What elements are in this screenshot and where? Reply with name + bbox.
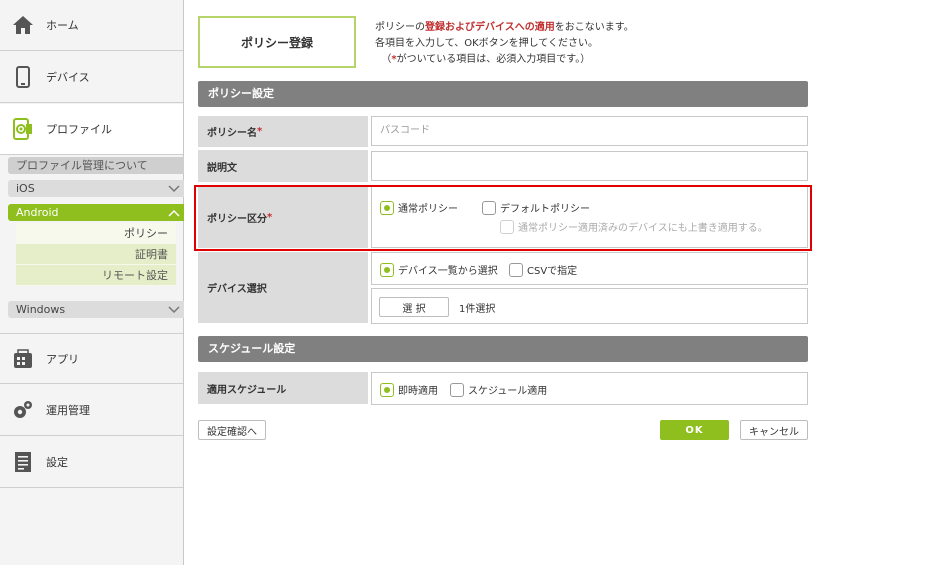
accordion-android[interactable]: Android: [8, 204, 184, 221]
smartphone-icon: [12, 66, 34, 88]
schedule-section-header: スケジュール設定: [198, 336, 808, 362]
intro-line3-open: （: [381, 54, 392, 65]
radio-device-from-list[interactable]: デバイス一覧から選択: [380, 262, 498, 277]
select-devices-button[interactable]: 選 択: [379, 297, 449, 317]
nav-profiles[interactable]: プロファイル: [0, 104, 183, 155]
policy-type-label: ポリシー区分 *: [198, 186, 368, 248]
ok-button[interactable]: OK: [660, 420, 729, 440]
nav-settings-label: 設定: [46, 456, 68, 469]
device-source-cell: デバイス一覧から選択 CSVで指定: [371, 252, 808, 285]
intro-post: をおこないます。: [554, 22, 634, 33]
chevron-up-icon: [164, 204, 184, 221]
radio-immediate-label: 即時適用: [398, 386, 438, 397]
intro-line2: 各項目を入力して、OKボタンを押してください。: [375, 38, 599, 49]
description-label: 説明文: [198, 150, 368, 182]
intro-pre: ポリシーの: [375, 22, 425, 33]
checkbox-overwrite-apply-label: 通常ポリシー適用済みのデバイスにも上書き適用する。: [518, 223, 768, 234]
radio-normal-policy-label: 通常ポリシー: [398, 204, 458, 215]
nav-operations[interactable]: 運用管理: [0, 385, 183, 436]
intro-text: ポリシーの登録およびデバイスへの適用をおこないます。 各項目を入力して、OKボタ…: [375, 20, 634, 68]
radio-immediate[interactable]: 即時適用: [380, 382, 438, 397]
sidebar: ホーム デバイス プロファイル プロファイル管理について iOS Android…: [0, 0, 184, 565]
device-select-label-text: デバイス選択: [207, 284, 267, 295]
sidebar-item-remote-settings[interactable]: リモート設定: [16, 265, 176, 286]
nav-apps[interactable]: アプリ: [0, 333, 183, 384]
nav-apps-label: アプリ: [46, 352, 79, 366]
chevron-down-icon: [164, 301, 184, 318]
sidebar-item-policy[interactable]: ポリシー: [16, 223, 176, 244]
cancel-button[interactable]: キャンセル: [740, 420, 808, 440]
accordion-ios[interactable]: iOS: [8, 180, 184, 197]
intro-highlight: 登録およびデバイスへの適用: [425, 22, 555, 33]
nav-home[interactable]: ホーム: [0, 0, 183, 51]
radio-device-from-list-label: デバイス一覧から選択: [398, 266, 498, 277]
home-icon: [12, 14, 34, 36]
radio-indicator: [450, 382, 464, 397]
document-icon: [12, 451, 34, 473]
device-select-label: デバイス選択: [198, 252, 368, 323]
radio-default-policy[interactable]: デフォルトポリシー: [482, 200, 590, 215]
description-label-text: 説明文: [207, 162, 237, 174]
apps-icon: [12, 348, 34, 370]
intro-line3-rest: がついている項目は、必須入力項目です。）: [396, 54, 591, 65]
radio-indicator: [380, 200, 394, 215]
radio-scheduled-label: スケジュール適用: [468, 386, 548, 397]
accordion-ios-label: iOS: [16, 182, 35, 195]
radio-normal-policy[interactable]: 通常ポリシー: [380, 200, 458, 215]
radio-indicator: [380, 262, 394, 277]
gears-icon: [12, 399, 34, 421]
policy-type-label-text: ポリシー区分: [207, 213, 267, 225]
required-mark: *: [257, 126, 263, 137]
nav-devices-label: デバイス: [46, 71, 90, 84]
policy-name-label-text: ポリシー名: [207, 128, 257, 139]
policy-name-input[interactable]: パスコード: [371, 116, 808, 146]
radio-device-csv[interactable]: CSVで指定: [509, 262, 577, 277]
page-title: ポリシー登録: [198, 16, 356, 68]
nav-home-label: ホーム: [46, 19, 79, 32]
radio-indicator: [482, 200, 496, 215]
apply-schedule-label: 適用スケジュール: [198, 372, 368, 404]
profile-about-link[interactable]: プロファイル管理について: [8, 157, 184, 174]
checkbox-indicator: [500, 219, 514, 234]
accordion-windows-label: Windows: [16, 303, 66, 316]
nav-operations-label: 運用管理: [46, 404, 90, 417]
radio-default-policy-label: デフォルトポリシー: [500, 204, 590, 215]
radio-scheduled[interactable]: スケジュール適用: [450, 382, 547, 397]
chevron-down-icon: [164, 180, 184, 197]
policy-section-header: ポリシー設定: [198, 81, 808, 107]
nav-profiles-label: プロファイル: [46, 123, 112, 136]
selected-count: 1件選択: [459, 304, 496, 315]
policy-name-label: ポリシー名 *: [198, 116, 368, 147]
nav-devices[interactable]: デバイス: [0, 52, 183, 103]
confirm-settings-button[interactable]: 設定確認へ: [198, 420, 266, 440]
nav-settings[interactable]: 設定: [0, 437, 183, 488]
checkbox-overwrite-apply[interactable]: 通常ポリシー適用済みのデバイスにも上書き適用する。: [500, 219, 768, 234]
accordion-windows[interactable]: Windows: [8, 301, 184, 318]
radio-indicator: [380, 382, 394, 397]
apply-schedule-cell: 即時適用 スケジュール適用: [371, 372, 808, 405]
accordion-android-label: Android: [16, 206, 59, 219]
profile-gear-icon: [12, 118, 34, 140]
policy-type-cell: 通常ポリシー デフォルトポリシー 通常ポリシー適用済みのデバイスにも上書き適用す…: [371, 186, 808, 248]
radio-indicator: [509, 262, 523, 277]
apply-schedule-label-text: 適用スケジュール: [207, 384, 287, 396]
required-mark: *: [267, 211, 273, 223]
description-input[interactable]: [371, 151, 808, 181]
radio-device-csv-label: CSVで指定: [527, 266, 578, 277]
android-submenu: ポリシー 証明書 リモート設定: [16, 223, 176, 286]
sidebar-item-certificate[interactable]: 証明書: [16, 244, 176, 265]
